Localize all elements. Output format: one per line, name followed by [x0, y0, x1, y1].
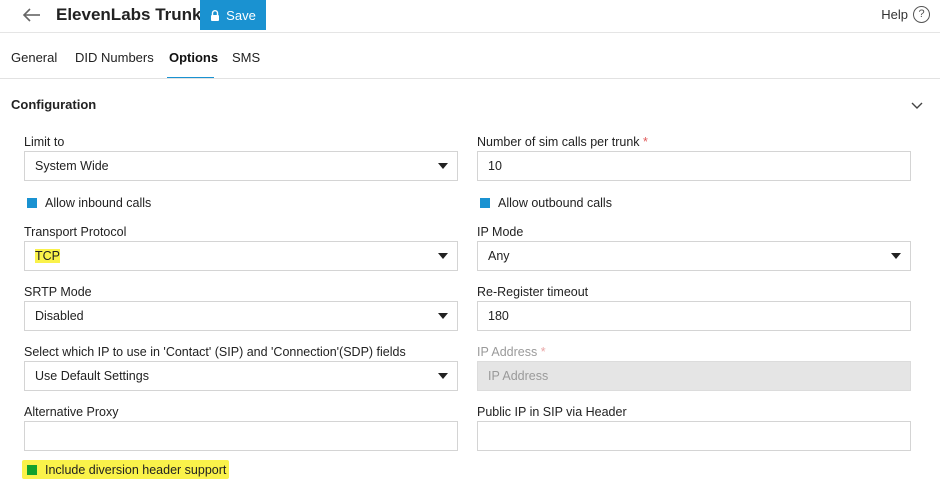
- back-arrow-icon[interactable]: [20, 4, 44, 26]
- save-label: Save: [226, 7, 256, 23]
- ip-mode-select[interactable]: Any: [477, 241, 911, 271]
- section-title-configuration: Configuration: [11, 97, 97, 112]
- tab-general[interactable]: General: [11, 50, 57, 65]
- ip-mode-value: Any: [488, 249, 510, 263]
- required-mark: *: [540, 345, 546, 359]
- sim-calls-input[interactable]: 10: [477, 151, 911, 181]
- contact-ip-value: Use Default Settings: [35, 369, 149, 383]
- allow-outbound-label: Allow outbound calls: [498, 196, 612, 210]
- diversion-header-label: Include diversion header support: [45, 463, 227, 477]
- limit-to-select[interactable]: System Wide: [24, 151, 458, 181]
- ip-address-placeholder: IP Address: [488, 369, 549, 383]
- tab-options[interactable]: Options: [169, 50, 218, 65]
- transport-protocol-label: Transport Protocol: [24, 225, 127, 239]
- page-title: ElevenLabs Trunk: [56, 5, 202, 24]
- ip-address-label: IP Address *: [477, 345, 546, 359]
- allow-outbound-checkbox[interactable]: [480, 198, 490, 208]
- public-ip-header-input[interactable]: [477, 421, 911, 451]
- dropdown-caret-icon: [891, 253, 901, 259]
- help-label: Help: [881, 7, 908, 22]
- sim-calls-value: 10: [488, 159, 502, 173]
- sim-calls-label-text: Number of sim calls per trunk: [477, 135, 640, 149]
- contact-ip-select[interactable]: Use Default Settings: [24, 361, 458, 391]
- tab-bar: General DID Numbers Options SMS: [0, 46, 940, 80]
- top-bar: ElevenLabs Trunk Save Help ?: [0, 0, 940, 31]
- limit-to-label: Limit to: [24, 135, 65, 149]
- tabs-divider: [0, 78, 940, 79]
- srtp-mode-select[interactable]: Disabled: [24, 301, 458, 331]
- allow-inbound-label: Allow inbound calls: [45, 196, 152, 210]
- ip-address-input: IP Address: [477, 361, 911, 391]
- ip-address-label-text: IP Address: [477, 345, 538, 359]
- alternative-proxy-input[interactable]: [24, 421, 458, 451]
- ip-mode-label: IP Mode: [477, 225, 524, 239]
- allow-inbound-checkbox[interactable]: [27, 198, 37, 208]
- alternative-proxy-label: Alternative Proxy: [24, 405, 119, 419]
- dropdown-caret-icon: [438, 313, 448, 319]
- transport-protocol-value: TCP: [35, 249, 60, 263]
- sim-calls-label: Number of sim calls per trunk *: [477, 135, 648, 149]
- srtp-mode-label: SRTP Mode: [24, 285, 92, 299]
- srtp-mode-value: Disabled: [35, 309, 84, 323]
- contact-ip-label: Select which IP to use in 'Contact' (SIP…: [24, 345, 406, 359]
- diversion-header-checkbox[interactable]: [27, 465, 37, 475]
- public-ip-header-label: Public IP in SIP via Header: [477, 405, 627, 419]
- chevron-down-icon[interactable]: [910, 100, 924, 110]
- help-circle-icon: ?: [913, 6, 930, 23]
- transport-protocol-select[interactable]: TCP: [24, 241, 458, 271]
- dropdown-caret-icon: [438, 253, 448, 259]
- reregister-timeout-label: Re-Register timeout: [477, 285, 589, 299]
- reregister-timeout-input[interactable]: 180: [477, 301, 911, 331]
- dropdown-caret-icon: [438, 373, 448, 379]
- dropdown-caret-icon: [438, 163, 448, 169]
- tab-sms[interactable]: SMS: [232, 50, 260, 65]
- limit-to-value: System Wide: [35, 159, 109, 173]
- tab-did-numbers[interactable]: DID Numbers: [75, 50, 154, 65]
- save-button[interactable]: Save: [200, 0, 266, 30]
- header-divider: [0, 32, 940, 33]
- lock-icon: [211, 9, 220, 21]
- reregister-timeout-value: 180: [488, 309, 509, 323]
- required-mark: *: [643, 135, 648, 149]
- help-link[interactable]: Help ?: [881, 6, 930, 23]
